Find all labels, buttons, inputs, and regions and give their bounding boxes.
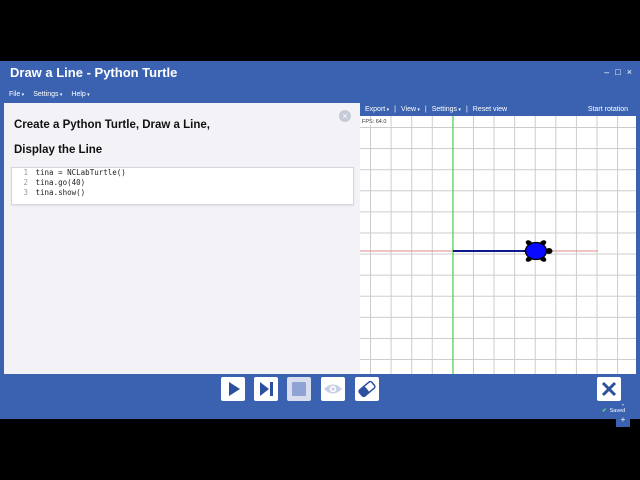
close-button[interactable] xyxy=(597,377,621,401)
saved-status: ✔ Saved xyxy=(602,408,625,414)
run-button[interactable] xyxy=(221,377,245,401)
fps-counter: FPS: 64.0 xyxy=(362,119,387,125)
canvas-toolbar: Export | View | Settings | Reset view St… xyxy=(360,103,636,115)
erase-button[interactable] xyxy=(355,377,379,401)
menu-settings[interactable]: Settings xyxy=(33,91,62,103)
play-icon xyxy=(229,382,240,396)
reset-view-button[interactable]: Reset view xyxy=(473,106,507,113)
toolbar-separator: | xyxy=(394,105,396,113)
menu-bar: File Settings Help xyxy=(0,91,369,103)
step-button[interactable] xyxy=(254,377,278,401)
toolbar-separator: | xyxy=(465,105,468,113)
instructions-heading: Create a Python Turtle, Draw a Line, Dis… xyxy=(14,119,314,169)
turtle-canvas[interactable]: FPS: 64.0 xyxy=(360,116,636,374)
instructions-line-1: Create a Python Turtle, Draw a Line, xyxy=(14,119,210,131)
line-number: 2 xyxy=(23,178,28,187)
stop-icon xyxy=(292,382,306,396)
export-menu[interactable]: Export xyxy=(365,106,389,113)
stop-button[interactable] xyxy=(287,377,311,401)
code-text[interactable]: tina.go(40) xyxy=(36,178,86,187)
menu-file[interactable]: File xyxy=(9,91,24,103)
line-number: 3 xyxy=(23,188,28,197)
view-menu[interactable]: View xyxy=(401,106,420,113)
saved-label: Saved xyxy=(609,408,626,414)
minimize-button[interactable]: – xyxy=(604,67,609,77)
code-text[interactable]: tina.show() xyxy=(36,188,86,197)
step-icon xyxy=(260,382,273,396)
canvas-drawing xyxy=(360,116,598,374)
close-window-button[interactable]: × xyxy=(627,67,632,77)
close-icon xyxy=(601,381,617,397)
eye-icon xyxy=(324,384,342,394)
menu-help[interactable]: Help xyxy=(71,91,89,103)
start-rotation-button[interactable]: Start rotation xyxy=(588,106,628,113)
canvas-settings-menu[interactable]: Settings xyxy=(432,106,461,113)
window-controls: – □ × xyxy=(604,67,632,77)
code-line[interactable]: 1 tina = NCLabTurtle() xyxy=(12,168,353,178)
code-line[interactable]: 3 tina.show() xyxy=(12,188,353,198)
show-button[interactable] xyxy=(321,377,345,401)
instructions-line-2: Display the Line xyxy=(14,144,103,156)
code-editor[interactable]: 1 tina = NCLabTurtle() 2 tina.go(40) 3 t… xyxy=(11,167,354,205)
line-number: 1 xyxy=(23,168,28,177)
instructions-panel: × Create a Python Turtle, Draw a Line, D… xyxy=(4,103,360,374)
turtle-icon xyxy=(523,240,553,262)
app-window: Draw a Line - Python Turtle – □ × File S… xyxy=(0,61,640,427)
code-text[interactable]: tina = NCLabTurtle() xyxy=(36,168,126,177)
window-title: Draw a Line - Python Turtle xyxy=(10,65,178,80)
code-line[interactable]: 2 tina.go(40) xyxy=(12,178,353,188)
bottom-toolbar: ✔ Saved xyxy=(0,374,640,419)
eraser-icon xyxy=(358,380,376,398)
check-icon: ✔ xyxy=(602,408,607,414)
maximize-button[interactable]: □ xyxy=(615,67,620,77)
toolbar-separator: | xyxy=(424,105,427,113)
close-panel-icon[interactable]: × xyxy=(339,110,351,122)
